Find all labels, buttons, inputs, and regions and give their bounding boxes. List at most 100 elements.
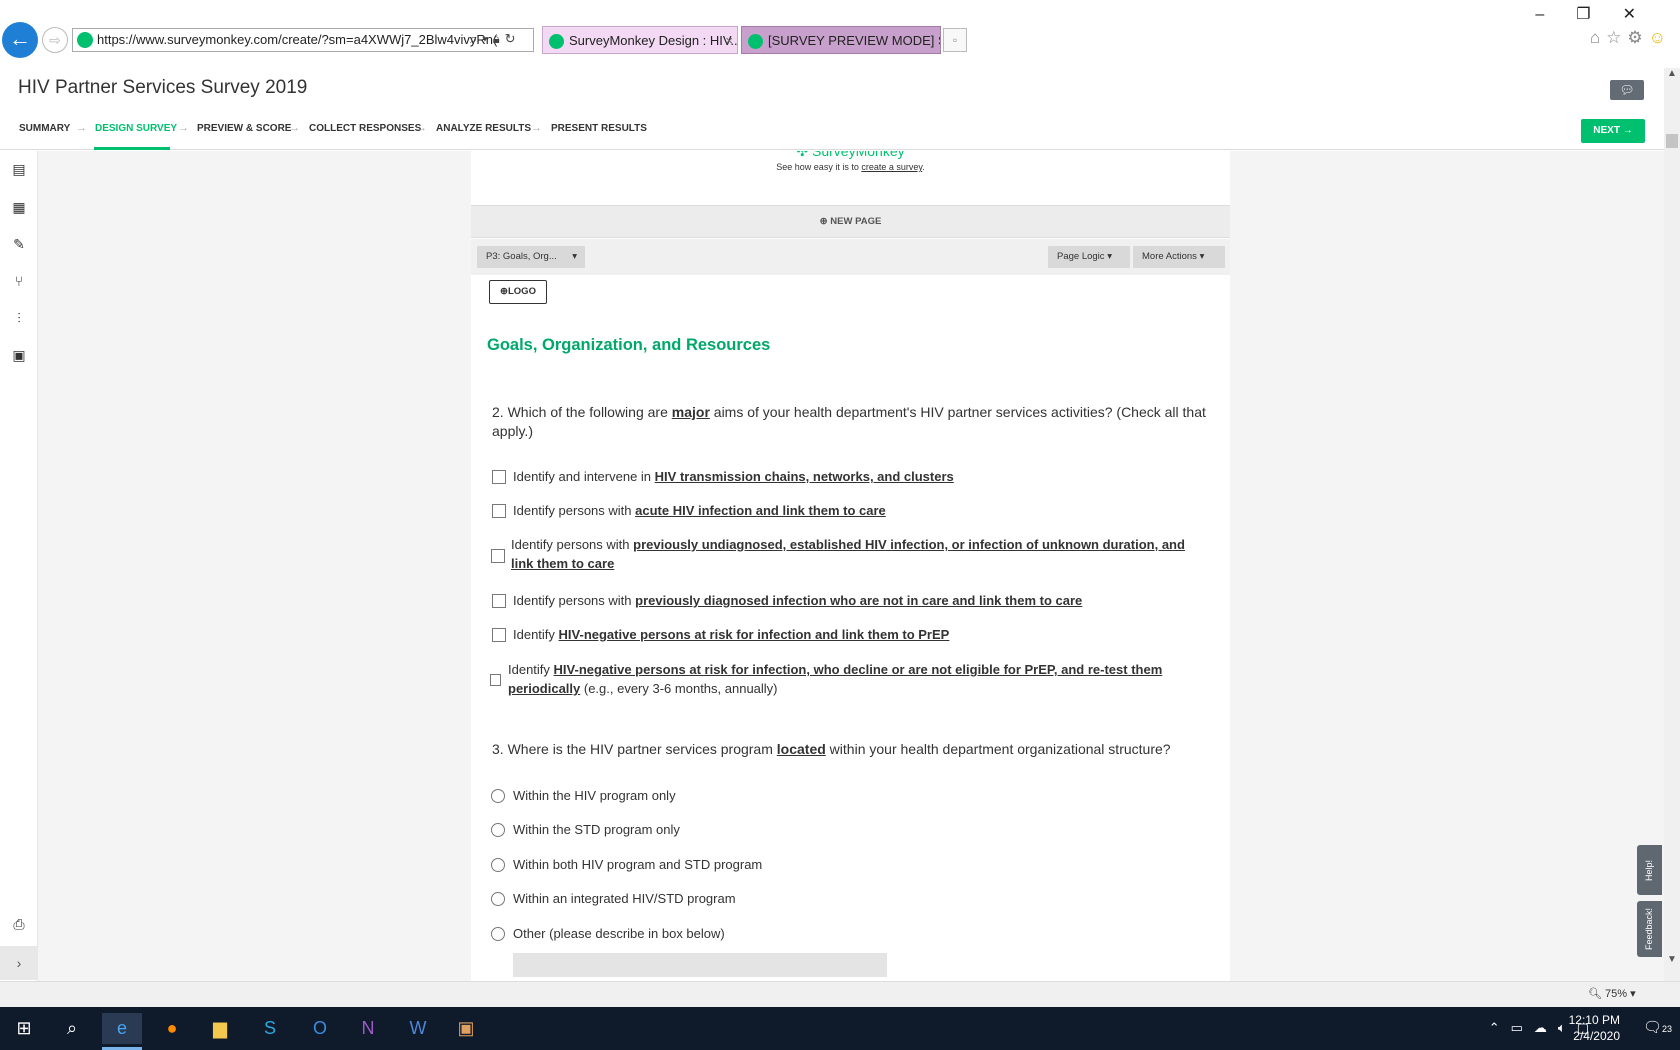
q2-option-2[interactable]: Identify persons with acute HIV infectio… <box>513 501 886 520</box>
tab-surveymonkey-design[interactable]: SurveyMonkey Design : HIV... × <box>542 26 738 54</box>
image-viewer-icon[interactable]: ▣ <box>446 1013 486 1044</box>
zoom-level: 75% <box>1605 988 1628 1000</box>
chat-icon[interactable]: 💬︎ <box>1610 80 1644 100</box>
promo-text: See how easy it is to create a survey. <box>471 162 1230 172</box>
checkbox[interactable] <box>492 504 506 518</box>
other-text-input[interactable] <box>513 953 887 977</box>
question-2-text[interactable]: 2. Which of the following are major aims… <box>492 403 1212 441</box>
q3-option-1[interactable]: Within the HIV program only <box>513 786 676 805</box>
style-brush-icon[interactable]: ✎ <box>9 234 29 254</box>
feedback-tab[interactable]: Feedback! <box>1637 901 1662 957</box>
dropdown-icon[interactable]: ▾ <box>482 31 492 46</box>
onedrive-cloud-icon[interactable]: ☁ <box>1534 1020 1558 1035</box>
nav-preview-score[interactable]: PREVIEW & SCORE <box>197 123 291 134</box>
q3-option-2[interactable]: Within the STD program only <box>513 820 680 839</box>
radio-button[interactable] <box>491 858 505 872</box>
battery-icon[interactable]: ▭ <box>1511 1020 1534 1035</box>
create-survey-link[interactable]: create a survey <box>861 162 922 172</box>
nav-summary[interactable]: SUMMARY <box>19 123 70 134</box>
smiley-feedback-icon[interactable]: ☺ <box>1649 28 1672 47</box>
q3-emphasis: located <box>776 741 826 757</box>
format-icon[interactable]: ▣ <box>9 345 29 365</box>
scroll-down-icon[interactable]: ▼ <box>1664 954 1680 970</box>
page-scrollbar[interactable]: ▲ ▼ <box>1664 68 1680 981</box>
notifications-icon[interactable]: 🗨︎23 <box>1643 1018 1672 1036</box>
radio-button[interactable] <box>491 823 505 837</box>
arrow-right-icon: → <box>531 122 542 134</box>
nav-collect-responses[interactable]: COLLECT RESPONSES <box>309 123 421 134</box>
minimize-icon[interactable]: – <box>1535 6 1576 23</box>
favorites-star-icon[interactable]: ☆ <box>1606 28 1627 47</box>
radio-button[interactable] <box>491 789 505 803</box>
new-page-button[interactable]: ⊕ NEW PAGE <box>471 205 1230 238</box>
close-window-icon[interactable]: ✕ <box>1623 6 1668 23</box>
q3-option-4[interactable]: Within an integrated HIV/STD program <box>513 889 736 908</box>
page-selector[interactable]: P3: Goals, Org... ▾ <box>477 246 585 268</box>
q3-option-5[interactable]: Other (please describe in box below) <box>513 924 725 943</box>
firefox-icon[interactable]: ● <box>152 1013 192 1044</box>
more-actions-button[interactable]: More Actions ▾ <box>1133 246 1225 268</box>
scroll-thumb[interactable] <box>1666 134 1678 148</box>
windows-taskbar: ⊞ ⌕ e ● ▆ S O N W ▣ ⌃▭☁🔈︎▢ 12:10 PM 2/4/2… <box>0 1007 1680 1050</box>
q2-option-6[interactable]: Identify HIV-negative persons at risk fo… <box>508 660 1198 698</box>
settings-gear-icon[interactable]: ⚙ <box>1627 28 1648 47</box>
address-actions: ⌕▾🔒︎↻ <box>470 31 521 47</box>
close-tab-icon[interactable]: × <box>725 27 733 53</box>
new-tab-icon[interactable]: ▫ <box>943 28 967 52</box>
radio-button[interactable] <box>491 927 505 941</box>
chevron-up-icon[interactable]: ⌃ <box>1489 1020 1511 1035</box>
q2-option-4[interactable]: Identify persons with previously diagnos… <box>513 591 1082 610</box>
skype-icon[interactable]: S <box>250 1013 290 1044</box>
nav-analyze-results[interactable]: ANALYZE RESULTS <box>436 123 531 134</box>
next-button[interactable]: NEXT → <box>1581 119 1645 143</box>
radio-button[interactable] <box>491 892 505 906</box>
outlook-icon[interactable]: O <box>300 1013 340 1044</box>
nav-design-survey[interactable]: DESIGN SURVEY <box>95 123 177 134</box>
forward-icon[interactable]: ⇨ <box>42 27 68 53</box>
back-icon[interactable]: ← <box>2 22 38 58</box>
print-icon[interactable]: ⎙ <box>9 914 29 934</box>
search-icon[interactable]: ⌕ <box>52 1013 92 1044</box>
checkbox[interactable] <box>490 674 501 686</box>
logic-icon[interactable]: ⑂ <box>9 271 29 291</box>
q2-option-3[interactable]: Identify persons with previously undiagn… <box>511 535 1201 573</box>
nav-present-results[interactable]: PRESENT RESULTS <box>551 123 647 134</box>
add-logo-button[interactable]: ⊕LOGO <box>489 280 547 304</box>
checkbox[interactable] <box>491 549 505 563</box>
refresh-icon[interactable]: ↻ <box>505 31 521 46</box>
word-icon[interactable]: W <box>398 1013 438 1044</box>
file-explorer-icon[interactable]: ▆ <box>200 1013 240 1044</box>
survey-title[interactable]: HIV Partner Services Survey 2019 <box>18 77 307 99</box>
checkbox[interactable] <box>492 628 506 642</box>
page-logic-button[interactable]: Page Logic ▾ <box>1048 246 1130 268</box>
question-bank-icon[interactable]: ▤ <box>9 159 29 179</box>
tab-survey-preview[interactable]: [SURVEY PREVIEW MODE] Surv... <box>741 26 941 54</box>
add-circle-icon: ⊕ <box>500 286 508 297</box>
expand-sidebar-icon[interactable]: › <box>0 946 38 980</box>
windows-start-icon[interactable]: ⊞ <box>4 1013 44 1044</box>
question-3-text[interactable]: 3. Where is the HIV partner services pro… <box>492 740 1222 759</box>
builder-icon[interactable]: ▦ <box>9 197 29 217</box>
lock-icon[interactable]: 🔒︎ <box>493 31 505 46</box>
scroll-up-icon[interactable]: ▲ <box>1664 68 1680 84</box>
checkbox[interactable] <box>492 594 506 608</box>
q2-option-1[interactable]: Identify and intervene in HIV transmissi… <box>513 467 954 486</box>
options-sliders-icon[interactable]: ⫶ <box>9 308 29 328</box>
checkbox[interactable] <box>492 470 506 484</box>
help-tab[interactable]: Help! <box>1637 845 1662 895</box>
clock[interactable]: 12:10 PM 2/4/2020 <box>1568 1012 1620 1044</box>
q2-option-5[interactable]: Identify HIV-negative persons at risk fo… <box>513 625 949 644</box>
search-icon[interactable]: ⌕ <box>470 31 482 46</box>
home-icon[interactable]: ⌂ <box>1590 28 1606 47</box>
opt-bold: HIV transmission chains, networks, and c… <box>654 469 954 484</box>
opt-post: (e.g., every 3-6 months, annually) <box>580 681 778 696</box>
internet-explorer-icon[interactable]: e <box>102 1013 142 1050</box>
q3-option-3[interactable]: Within both HIV program and STD program <box>513 855 762 874</box>
zoom-control[interactable]: 🔍︎ 75% ▾ <box>1588 987 1636 1000</box>
next-label: NEXT <box>1593 125 1620 136</box>
surveymonkey-brand: ✣ SurveyMonkey <box>471 151 1230 160</box>
onenote-icon[interactable]: N <box>348 1013 388 1044</box>
address-bar[interactable]: https://www.surveymonkey.com/create/?sm=… <box>72 28 534 52</box>
restore-icon[interactable]: ❐ <box>1576 6 1622 23</box>
page-title[interactable]: Goals, Organization, and Resources <box>487 336 770 355</box>
